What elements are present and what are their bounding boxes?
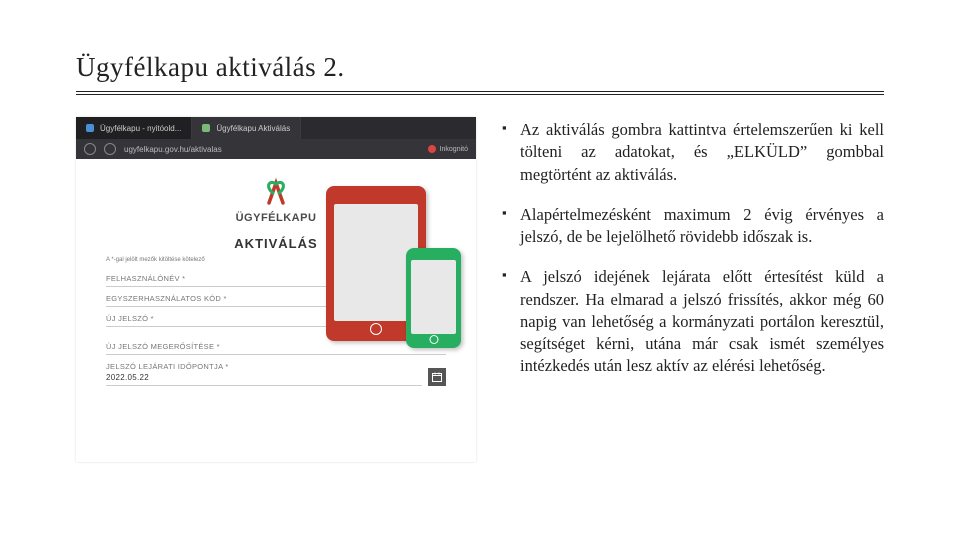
browser-address-bar[interactable]: ugyfelkapu.gov.hu/aktivalas Inkognitó [76,139,476,159]
devices-illustration [306,176,486,356]
bullet-item: Az aktiválás gombra kattintva értelemsze… [502,119,884,186]
expiry-label: JELSZÓ LEJÁRATI IDŐPONTJA * [106,362,422,371]
tab-label: Ügyfélkapu Aktiválás [216,124,290,133]
tab-label: Ügyfélkapu - nyitóold... [100,124,181,133]
browser-tab-strip: Ügyfélkapu - nyitóold... Ügyfélkapu Akti… [76,117,476,139]
logo-icon [259,175,293,205]
bullet-item: Alapértelmezésként maximum 2 évig érvény… [502,204,884,249]
browser-screenshot: Ügyfélkapu - nyitóold... Ügyfélkapu Akti… [76,117,476,462]
slide-title: Ügyfélkapu aktiválás 2. [76,52,884,83]
incognito-indicator: Inkognitó [428,145,468,153]
phone-icon [406,248,461,348]
favicon-icon [202,124,210,132]
bullet-item: A jelszó idejének lejárata előtt értesít… [502,266,884,377]
bullet-list: Az aktiválás gombra kattintva értelemsze… [502,117,884,462]
back-icon[interactable] [84,143,96,155]
favicon-icon [86,124,94,132]
calendar-icon [432,372,442,382]
url-text: ugyfelkapu.gov.hu/aktivalas [124,145,222,154]
incognito-icon [428,145,436,153]
expiry-field[interactable]: JELSZÓ LEJÁRATI IDŐPONTJA * 2022.05.22 [106,355,422,386]
title-divider [76,91,884,95]
reload-icon[interactable] [104,143,116,155]
browser-tab-2[interactable]: Ügyfélkapu Aktiválás [192,117,301,139]
calendar-button[interactable] [428,368,446,386]
expiry-value: 2022.05.22 [106,373,422,382]
browser-tab-1[interactable]: Ügyfélkapu - nyitóold... [76,117,192,139]
